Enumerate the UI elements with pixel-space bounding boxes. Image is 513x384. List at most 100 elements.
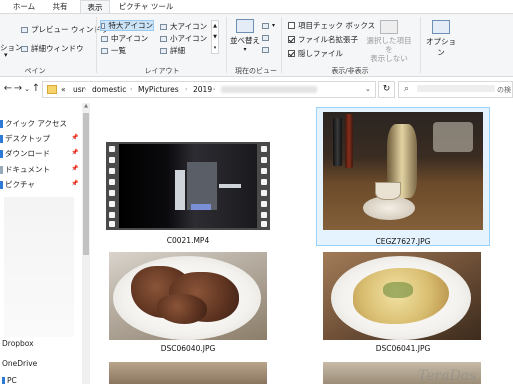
hide-selected-items-button[interactable]: 選択した項目を 表示しない [364, 20, 414, 63]
ribbon-divider [420, 17, 421, 73]
navigation-pane-dropdown[interactable]: ▾ [4, 51, 8, 59]
file-extensions-toggle[interactable]: ファイル名拡張子 [288, 34, 358, 45]
layout-large-icons[interactable]: 大アイコン [160, 21, 207, 32]
options-button[interactable]: オプション [424, 20, 458, 58]
watermark: TeraDas [418, 368, 477, 384]
folder-icon [47, 85, 57, 94]
nav-scrollbar-thumb[interactable] [83, 113, 89, 255]
scroll-up-icon[interactable]: ▲ [83, 103, 89, 111]
scroll-up-icon: ▲ [213, 23, 217, 29]
group-label-pane: ペイン [24, 67, 46, 75]
file-name: CEGZ7627.JPG [375, 237, 431, 246]
medium-icons-icon [101, 35, 108, 42]
desktop-icon [0, 134, 3, 143]
refresh-icon[interactable]: ↻ [378, 81, 395, 98]
details-pane-button[interactable]: 詳細ウィンドウ [21, 43, 84, 54]
chevron-down-icon: ▾ [272, 22, 276, 29]
pin-icon[interactable]: 📌 [71, 180, 78, 187]
chevron-down-icon: ▾ [243, 46, 247, 53]
pictures-icon [0, 180, 3, 189]
chevron-down-icon: ▾ [4, 51, 8, 59]
size-columns-button[interactable] [262, 47, 272, 53]
address-path-box[interactable]: « usr › domestic › MyPictures › 2019 › ⌄ [42, 81, 376, 98]
layout-small-icons[interactable]: 小アイコン [160, 33, 207, 44]
details-pane-icon [21, 45, 28, 52]
pin-icon[interactable]: 📌 [71, 134, 78, 141]
hidden-items-toggle[interactable]: 隠しファイル [288, 48, 343, 59]
tab-home[interactable]: ホーム [10, 0, 38, 13]
pin-icon[interactable]: 📌 [71, 149, 78, 156]
file-name: C0021.MP4 [166, 236, 210, 245]
breadcrumb-separator-icon: › [84, 86, 87, 93]
file-name: DSC06041.JPG [375, 344, 431, 353]
layout-medium-icons[interactable]: 中アイコン [101, 33, 148, 44]
ribbon: ション ▾ プレビュー ウィンドウ 詳細ウィンドウ ペイン 特大アイコン 大アイ… [0, 13, 513, 77]
breadcrumb-overflow[interactable]: « [61, 82, 66, 97]
checkbox-icon [288, 22, 295, 29]
sort-by-button[interactable]: 並べ替え ▾ [228, 19, 262, 53]
photo-thumbnail [323, 112, 483, 230]
photo-thumbnail [109, 252, 267, 340]
checkbox-checked-icon [288, 36, 295, 43]
nav-quick-access[interactable]: クイック アクセス [0, 118, 67, 129]
options-icon [432, 20, 450, 34]
nav-onedrive[interactable]: OneDrive [2, 359, 37, 368]
group-label-layout: レイアウト [144, 67, 180, 75]
layout-details[interactable]: 詳細 [160, 45, 185, 56]
file-tile-photo[interactable]: DSC06041.JPG [318, 250, 488, 354]
expand-gallery-icon: ▾ [213, 45, 217, 51]
hide-selected-icon [380, 20, 398, 34]
group-by-icon [262, 22, 269, 29]
video-thumbnail [106, 142, 270, 230]
up-arrow-icon[interactable]: ↑ [30, 83, 42, 95]
breadcrumb-mypictures[interactable]: MyPictures [138, 82, 179, 97]
breadcrumb-usr[interactable]: usr [73, 82, 85, 97]
details-icon [160, 47, 167, 54]
layout-list[interactable]: 一覧 [101, 45, 126, 56]
item-checkboxes-toggle[interactable]: 項目チェック ボックス [288, 20, 375, 31]
tab-view[interactable]: 表示 [80, 0, 110, 13]
extra-large-icons-icon [101, 22, 106, 29]
file-tile-photo[interactable]: DSC06040.JPG [106, 250, 270, 354]
download-icon [0, 149, 3, 158]
address-history-chevron-icon[interactable]: ⌄ [365, 82, 371, 97]
scroll-down-icon: ▼ [213, 34, 217, 40]
document-icon [0, 165, 3, 174]
file-tile-video[interactable]: C0021.MP4 [106, 142, 270, 246]
search-icon: ⌕ [404, 84, 410, 94]
partial-photo-thumbnail[interactable] [109, 362, 267, 384]
search-placeholder: の検 [497, 86, 511, 94]
sort-icon [236, 19, 254, 33]
layout-gallery-scroll[interactable]: ▲ ▼ ▾ [211, 20, 219, 54]
nav-dropbox[interactable]: Dropbox [2, 339, 34, 348]
size-columns-icon [262, 47, 269, 53]
star-icon [0, 119, 3, 128]
nav-pictures[interactable]: ピクチャ [0, 179, 35, 190]
large-icons-icon [160, 23, 167, 30]
file-name: DSC06040.JPG [160, 344, 216, 353]
group-by-button[interactable]: ▾ [262, 22, 275, 29]
add-columns-icon [262, 35, 269, 41]
search-placeholder-blurred [417, 85, 495, 92]
breadcrumb-2019[interactable]: 2019 [193, 82, 212, 97]
breadcrumb-separator-icon: › [213, 86, 216, 93]
pin-icon[interactable]: 📌 [71, 165, 78, 172]
tab-picture-tools[interactable]: ピクチャ ツール [118, 0, 174, 13]
photo-thumbnail [323, 252, 481, 340]
layout-extra-large-icons[interactable]: 特大アイコン [100, 20, 154, 31]
list-icon [101, 47, 108, 54]
breadcrumb-separator-icon: › [185, 86, 188, 93]
nav-downloads[interactable]: ダウンロード [0, 148, 50, 159]
ribbon-divider [226, 17, 227, 73]
nav-documents[interactable]: ドキュメント [0, 164, 50, 175]
nav-pc[interactable]: PC [2, 376, 17, 384]
preview-pane-icon [21, 26, 28, 33]
add-columns-button[interactable] [262, 35, 272, 41]
breadcrumb-domestic[interactable]: domestic [92, 82, 126, 97]
blurred-nav-items [4, 197, 74, 337]
file-tile-photo-selected[interactable]: CEGZ7627.JPG [316, 107, 490, 246]
tab-share[interactable]: 共有 [48, 0, 72, 13]
group-label-current-view: 現在のビュー [235, 67, 277, 75]
nav-desktop[interactable]: デスクトップ [0, 133, 50, 144]
search-box[interactable]: ⌕ の検 [398, 81, 513, 98]
